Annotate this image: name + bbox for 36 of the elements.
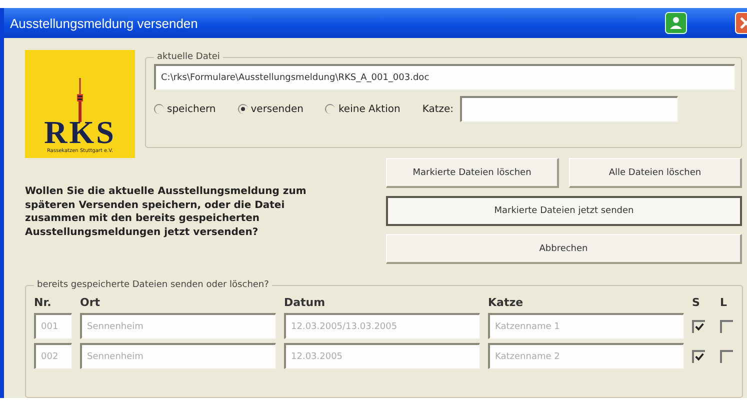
checkbox[interactable]	[692, 320, 705, 332]
checkbox[interactable]	[692, 350, 705, 362]
table-field[interactable]: 001	[34, 313, 72, 339]
column-header: Nr.	[34, 296, 52, 309]
question-text: Wollen Sie die aktuelle Ausstellungsmeldung zum späteren Versenden speichern, oder die Datei zusammen mit den bereits gespeicherten Ausstellungsmeldungen jetzt versenden?	[25, 185, 308, 240]
radio-label: keine Aktion	[338, 104, 400, 114]
logo-text: RKS	[44, 116, 116, 148]
dialog-button[interactable]: Markierte Dateien löschen	[386, 158, 559, 188]
table-field[interactable]: 12.03.2005	[284, 343, 480, 369]
figure-icon[interactable]	[665, 12, 687, 34]
table-field[interactable]: Sennenheim	[80, 343, 276, 369]
file-path-field[interactable]: C:\rks\Formulare\Ausstellungsmeldung\RKS_A_001_003.doc	[154, 64, 735, 90]
radio-label: speichern	[167, 104, 216, 114]
cat-field[interactable]	[460, 96, 678, 122]
table-field[interactable]: Sennenheim	[80, 313, 276, 339]
dialog-button[interactable]: Alle Dateien löschen	[569, 158, 742, 188]
field-label: Katze:	[422, 104, 454, 114]
table-field[interactable]: 12.03.2005/13.03.2005	[284, 313, 480, 339]
column-header: Katze	[488, 296, 524, 309]
table-field[interactable]: 002	[34, 343, 72, 369]
radio-button[interactable]	[154, 104, 164, 114]
checkbox[interactable]	[720, 320, 733, 332]
dialog-button[interactable]: Markierte Dateien jetzt senden	[386, 196, 742, 226]
table-field[interactable]: Katzenname 2	[488, 343, 684, 369]
group-label: aktuelle Datei	[156, 52, 221, 62]
radio-label: versenden	[250, 104, 304, 114]
column-header: S	[692, 296, 701, 309]
checkbox[interactable]	[720, 350, 733, 362]
table-field[interactable]: Katzenname 1	[488, 313, 684, 339]
dialog-button[interactable]: Abbrechen	[386, 234, 742, 264]
column-header: L	[720, 296, 728, 309]
column-header: Datum	[284, 296, 326, 309]
radio-button[interactable]	[238, 104, 248, 114]
column-header: Ort	[80, 296, 102, 309]
window-title: Ausstellungsmeldung versenden	[10, 16, 198, 30]
group-label: bereits gespeicherte Dateien senden oder löschen?	[36, 280, 270, 290]
